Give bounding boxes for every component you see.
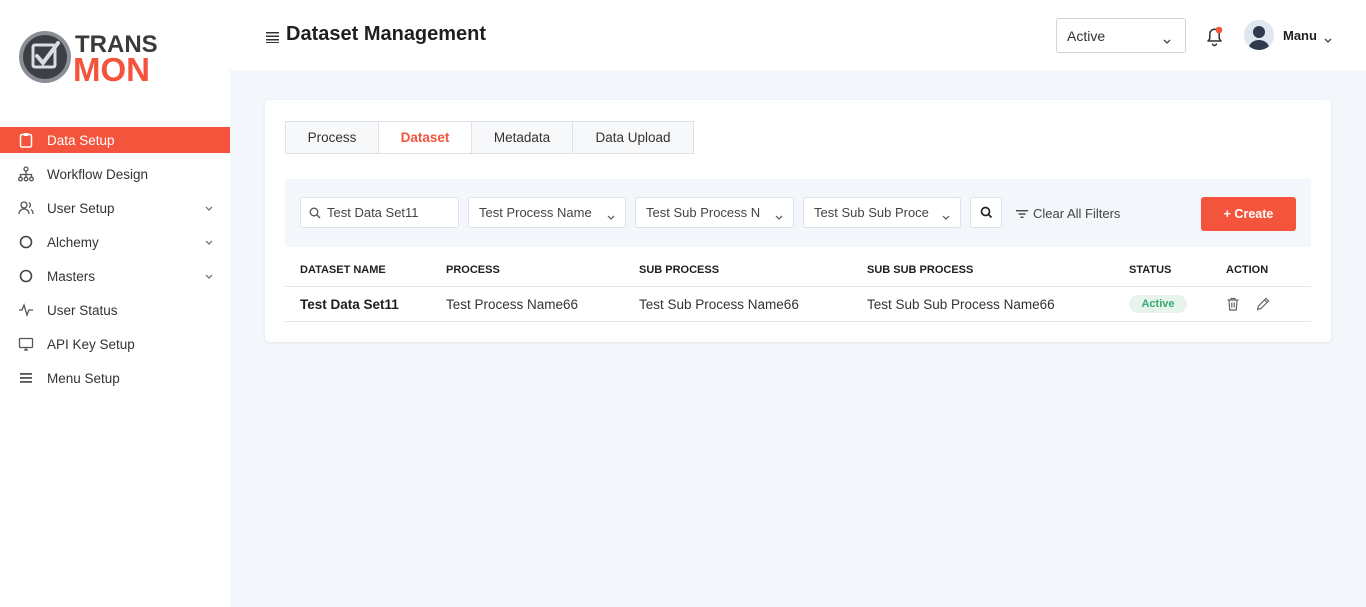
tab-process[interactable]: Process (286, 122, 379, 153)
filter-bar: Test Data Set11 Test Process Name Test S… (285, 179, 1311, 247)
sidebar-item-api-key-setup[interactable]: API Key Setup (0, 327, 230, 361)
filter-icon (1016, 209, 1028, 219)
search-input-value: Test Data Set11 (327, 205, 419, 220)
sidebar-item-user-status[interactable]: User Status (0, 293, 230, 327)
hamburger-menu-icon[interactable] (266, 30, 280, 43)
create-button[interactable]: + Create (1201, 197, 1296, 231)
column-header-action: ACTION (1226, 264, 1269, 276)
process-select-value: Test Process Name (479, 205, 592, 220)
circle-icon (18, 268, 34, 284)
avatar[interactable] (1244, 20, 1274, 50)
status-badge: Active (1129, 295, 1187, 313)
chevron-down-icon (775, 208, 783, 223)
clear-all-filters-label: Clear All Filters (1033, 206, 1121, 221)
status-select-value: Active (1067, 27, 1106, 44)
notification-bell-icon[interactable] (1204, 24, 1226, 48)
column-header-process[interactable]: PROCESS (446, 264, 500, 276)
sidebar-item-data-setup[interactable]: Data Setup (0, 127, 230, 153)
chevron-down-icon (1163, 31, 1171, 47)
chevron-down-icon (204, 271, 214, 281)
table-header: DATASET NAME PROCESS SUB PROCESS SUB SUB… (285, 256, 1311, 287)
column-header-sub-process[interactable]: SUB PROCESS (639, 264, 719, 276)
sidebar-item-user-setup[interactable]: User Setup (0, 191, 230, 225)
tab-data-upload[interactable]: Data Upload (573, 122, 693, 153)
sidebar-item-alchemy[interactable]: Alchemy (0, 225, 230, 259)
delete-icon[interactable] (1225, 296, 1241, 312)
status-select[interactable]: Active (1056, 18, 1186, 53)
sidebar-item-label: Masters (47, 268, 96, 284)
sidebar-item-label: Menu Setup (47, 370, 120, 386)
top-header: Dataset Management Active Manu (230, 0, 1366, 70)
sidebar-nav: Data Setup Workflow Design User Setup Al… (0, 127, 230, 395)
sub-sub-process-select[interactable]: Test Sub Sub Proce (803, 197, 961, 228)
page-title: Dataset Management (286, 23, 487, 45)
chevron-down-icon[interactable] (1324, 30, 1332, 48)
chevron-down-icon (942, 208, 950, 223)
search-button[interactable] (970, 197, 1002, 228)
search-input[interactable]: Test Data Set11 (300, 197, 459, 228)
chevron-down-icon (607, 208, 615, 223)
column-header-dataset-name[interactable]: DATASET NAME (300, 264, 386, 276)
sub-sub-process-select-value: Test Sub Sub Proce (814, 205, 929, 220)
dataset-table: DATASET NAME PROCESS SUB PROCESS SUB SUB… (285, 256, 1311, 322)
search-icon (309, 207, 321, 219)
process-select[interactable]: Test Process Name (468, 197, 626, 228)
activity-icon (18, 302, 34, 318)
cell-sub-sub-process: Test Sub Sub Process Name66 (867, 297, 1055, 312)
tab-dataset[interactable]: Dataset (379, 122, 472, 153)
table-row[interactable]: Test Data Set11 Test Process Name66 Test… (285, 287, 1311, 322)
sidebar-item-label: Alchemy (47, 234, 99, 250)
column-header-status[interactable]: STATUS (1129, 264, 1171, 276)
sidebar-item-label: Workflow Design (47, 166, 149, 182)
hierarchy-icon (18, 166, 34, 182)
search-icon (980, 206, 993, 219)
sidebar-item-label: User Setup (47, 200, 115, 216)
sub-process-select-value: Test Sub Process N (646, 205, 761, 220)
clipboard-icon (18, 132, 34, 148)
sidebar-item-workflow-design[interactable]: Workflow Design (0, 157, 230, 191)
sidebar-item-label: Data Setup (47, 132, 115, 148)
users-icon (18, 200, 34, 216)
cell-sub-process: Test Sub Process Name66 (639, 297, 799, 312)
chevron-down-icon (204, 203, 214, 213)
chevron-down-icon (204, 237, 214, 247)
dataset-card: Process Dataset Metadata Data Upload Tes… (265, 100, 1331, 342)
circle-icon (18, 234, 34, 250)
sidebar: TRANS MON Data Setup Workflow Design Use… (0, 0, 230, 607)
tab-metadata[interactable]: Metadata (472, 122, 573, 153)
sidebar-item-masters[interactable]: Masters (0, 259, 230, 293)
tab-bar: Process Dataset Metadata Data Upload (285, 121, 694, 154)
list-icon (18, 370, 34, 386)
cell-dataset-name: Test Data Set11 (300, 297, 399, 312)
monitor-icon (18, 336, 34, 352)
sidebar-item-menu-setup[interactable]: Menu Setup (0, 361, 230, 395)
cell-process: Test Process Name66 (446, 297, 579, 312)
column-header-sub-sub-process[interactable]: SUB SUB PROCESS (867, 264, 973, 276)
transmon-logo[interactable]: TRANS MON (18, 26, 178, 88)
svg-text:MON: MON (73, 51, 150, 88)
user-name[interactable]: Manu (1283, 28, 1317, 43)
edit-pencil-icon[interactable] (1255, 296, 1271, 312)
sub-process-select[interactable]: Test Sub Process N (635, 197, 794, 228)
sidebar-item-label: User Status (47, 302, 118, 318)
sidebar-item-label: API Key Setup (47, 336, 135, 352)
clear-all-filters-button[interactable]: Clear All Filters (1016, 206, 1120, 221)
